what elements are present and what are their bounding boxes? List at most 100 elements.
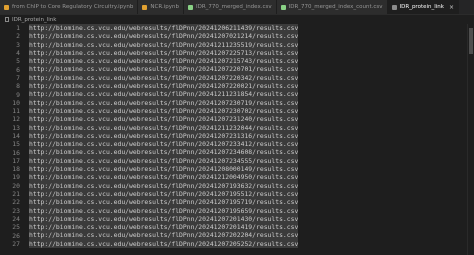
line-text: http://biomine.cs.vcu.edu/webresults/flD… bbox=[29, 98, 299, 107]
tab-label: IDR_770_merged_index_count.csv bbox=[288, 4, 383, 10]
line-number: 3 bbox=[16, 40, 20, 49]
editor-line[interactable]: 6 http://biomine.cs.vcu.edu/webresults/fl… bbox=[0, 65, 474, 74]
line-number: 17 bbox=[12, 156, 20, 165]
editor-line[interactable]: 8 http://biomine.cs.vcu.edu/webresults/fl… bbox=[0, 82, 474, 91]
editor-line[interactable]: 18 http://biomine.cs.vcu.edu/webresults/f… bbox=[0, 165, 474, 174]
line-number: 4 bbox=[16, 49, 20, 58]
line-text: http://biomine.cs.vcu.edu/webresults/flD… bbox=[29, 165, 299, 174]
line-text: http://biomine.cs.vcu.edu/webresults/flD… bbox=[29, 131, 299, 141]
notebook-icon bbox=[142, 4, 148, 10]
editor-line[interactable]: 27 http://biomine.cs.vcu.edu/webresults/f… bbox=[0, 239, 474, 249]
line-text: http://biomine.cs.vcu.edu/webresults/flD… bbox=[29, 156, 299, 166]
line-text: http://biomine.cs.vcu.edu/webresults/flD… bbox=[29, 206, 299, 215]
line-text: http://biomine.cs.vcu.edu/webresults/flD… bbox=[29, 115, 299, 124]
line-text: http://biomine.cs.vcu.edu/webresults/flD… bbox=[29, 48, 299, 58]
line-text: http://biomine.cs.vcu.edu/webresults/flD… bbox=[29, 173, 299, 182]
line-number: 10 bbox=[12, 98, 20, 107]
close-icon[interactable]: × bbox=[449, 4, 454, 11]
line-text: http://biomine.cs.vcu.edu/webresults/flD… bbox=[29, 148, 299, 157]
tab-4[interactable]: IDR_770_merged_index_count.csv bbox=[276, 0, 388, 14]
editor-tab-bar: from ChIP to Core Regulatory Circuitry.i… bbox=[0, 0, 474, 15]
breadcrumb[interactable]: IDR_protein_link bbox=[0, 15, 474, 24]
editor-line[interactable]: 20 http://biomine.cs.vcu.edu/webresults/f… bbox=[0, 181, 474, 190]
tab-1[interactable]: from ChIP to Core Regulatory Circuitry.i… bbox=[0, 0, 139, 14]
line-text: http://biomine.cs.vcu.edu/webresults/flD… bbox=[29, 32, 299, 41]
csv-file-icon bbox=[187, 4, 193, 10]
editor-line[interactable]: 2 http://biomine.cs.vcu.edu/webresults/fl… bbox=[0, 32, 474, 41]
editor-line[interactable]: 17 http://biomine.cs.vcu.edu/webresults/f… bbox=[0, 156, 474, 166]
editor-line[interactable]: 12 http://biomine.cs.vcu.edu/webresults/f… bbox=[0, 115, 474, 124]
line-number: 8 bbox=[16, 82, 20, 91]
editor-line[interactable]: 22 http://biomine.cs.vcu.edu/webresults/f… bbox=[0, 198, 474, 207]
line-text: http://biomine.cs.vcu.edu/webresults/flD… bbox=[29, 181, 299, 190]
line-number: 2 bbox=[16, 32, 20, 41]
line-text: http://biomine.cs.vcu.edu/webresults/flD… bbox=[29, 214, 299, 224]
line-number: 22 bbox=[12, 198, 20, 207]
notebook-icon bbox=[4, 4, 9, 10]
editor-line[interactable]: 5 http://biomine.cs.vcu.edu/webresults/fl… bbox=[0, 57, 474, 66]
line-number: 11 bbox=[12, 107, 20, 116]
line-text: http://biomine.cs.vcu.edu/webresults/flD… bbox=[29, 90, 299, 99]
line-text: http://biomine.cs.vcu.edu/webresults/flD… bbox=[29, 231, 299, 240]
editor-line[interactable]: 23 http://biomine.cs.vcu.edu/webresults/f… bbox=[0, 206, 474, 215]
line-text: http://biomine.cs.vcu.edu/webresults/flD… bbox=[29, 73, 299, 83]
line-number: 14 bbox=[12, 132, 20, 140]
line-number: 12 bbox=[12, 115, 20, 124]
line-number: 23 bbox=[12, 206, 20, 215]
editor-line[interactable]: 16 http://biomine.cs.vcu.edu/webresults/f… bbox=[0, 148, 474, 157]
line-text: http://biomine.cs.vcu.edu/webresults/flD… bbox=[29, 65, 299, 74]
line-number: 1 bbox=[16, 24, 20, 33]
editor-content[interactable]: 1 http://biomine.cs.vcu.edu/webresults/fl… bbox=[0, 24, 474, 255]
line-text: http://biomine.cs.vcu.edu/webresults/flD… bbox=[29, 223, 299, 232]
editor-line[interactable]: 3 http://biomine.cs.vcu.edu/webresults/fl… bbox=[0, 40, 474, 49]
line-number: 6 bbox=[16, 65, 20, 74]
line-text: http://biomine.cs.vcu.edu/webresults/flD… bbox=[29, 40, 299, 49]
tab-5[interactable]: IDR_protein_link × bbox=[387, 0, 460, 14]
csv-file-icon bbox=[280, 4, 286, 10]
line-number: 5 bbox=[16, 57, 20, 66]
editor-line[interactable]: 13 http://biomine.cs.vcu.edu/webresults/f… bbox=[0, 123, 474, 132]
editor-line[interactable]: 4 http://biomine.cs.vcu.edu/webresults/fl… bbox=[0, 48, 474, 58]
line-number: 24 bbox=[12, 214, 20, 223]
line-number: 13 bbox=[12, 123, 20, 132]
editor-line[interactable]: 19 http://biomine.cs.vcu.edu/webresults/f… bbox=[0, 173, 474, 182]
editor-line[interactable]: 9 http://biomine.cs.vcu.edu/webresults/fl… bbox=[0, 90, 474, 99]
line-text: http://biomine.cs.vcu.edu/webresults/flD… bbox=[29, 140, 299, 149]
editor-line[interactable]: 15 http://biomine.cs.vcu.edu/webresults/f… bbox=[0, 140, 474, 149]
line-number: 19 bbox=[12, 173, 20, 182]
line-number: 20 bbox=[12, 181, 20, 190]
line-number: 26 bbox=[12, 231, 20, 240]
editor-line[interactable]: 7 http://biomine.cs.vcu.edu/webresults/fl… bbox=[0, 73, 474, 83]
file-icon bbox=[5, 17, 9, 22]
line-text: http://biomine.cs.vcu.edu/webresults/flD… bbox=[29, 198, 299, 207]
tab-2[interactable]: NCR.ipynb bbox=[138, 0, 184, 14]
line-text: http://biomine.cs.vcu.edu/webresults/flD… bbox=[29, 106, 299, 116]
editor-line[interactable]: 21 http://biomine.cs.vcu.edu/webresults/f… bbox=[0, 189, 474, 199]
editor-line[interactable]: 1 http://biomine.cs.vcu.edu/webresults/fl… bbox=[0, 24, 474, 33]
line-text: http://biomine.cs.vcu.edu/webresults/flD… bbox=[29, 82, 299, 91]
line-text: http://biomine.cs.vcu.edu/webresults/flD… bbox=[29, 239, 299, 249]
editor-line[interactable]: 24 http://biomine.cs.vcu.edu/webresults/f… bbox=[0, 214, 474, 224]
line-number: 7 bbox=[16, 73, 20, 82]
line-number: 16 bbox=[12, 148, 20, 157]
editor-line[interactable]: 14 http://biomine.cs.vcu.edu/webresults/f… bbox=[0, 131, 474, 141]
scrollbar-thumb[interactable] bbox=[469, 28, 473, 54]
line-number: 18 bbox=[12, 165, 20, 174]
tab-label: from ChIP to Core Regulatory Circuitry.i… bbox=[12, 4, 134, 10]
line-number: 21 bbox=[12, 190, 20, 199]
line-text: http://biomine.cs.vcu.edu/webresults/flD… bbox=[29, 24, 299, 33]
tab-label: NCR.ipynb bbox=[150, 4, 179, 10]
editor-line[interactable]: 11 http://biomine.cs.vcu.edu/webresults/f… bbox=[0, 106, 474, 116]
text-file-icon bbox=[391, 4, 397, 10]
editor-line[interactable]: 25 http://biomine.cs.vcu.edu/webresults/f… bbox=[0, 223, 474, 232]
line-number: 25 bbox=[12, 223, 20, 232]
line-text: http://biomine.cs.vcu.edu/webresults/flD… bbox=[29, 189, 299, 199]
vertical-scrollbar[interactable] bbox=[467, 24, 474, 255]
editor-line[interactable]: 26 http://biomine.cs.vcu.edu/webresults/f… bbox=[0, 231, 474, 240]
tab-label: IDR_770_merged_index.csv bbox=[195, 4, 272, 10]
line-number: 27 bbox=[12, 239, 20, 248]
line-number: 9 bbox=[16, 90, 20, 99]
tab-3[interactable]: IDR_770_merged_index.csv bbox=[183, 0, 277, 14]
editor-line[interactable]: 10 http://biomine.cs.vcu.edu/webresults/f… bbox=[0, 98, 474, 107]
line-text: http://biomine.cs.vcu.edu/webresults/flD… bbox=[29, 123, 299, 132]
